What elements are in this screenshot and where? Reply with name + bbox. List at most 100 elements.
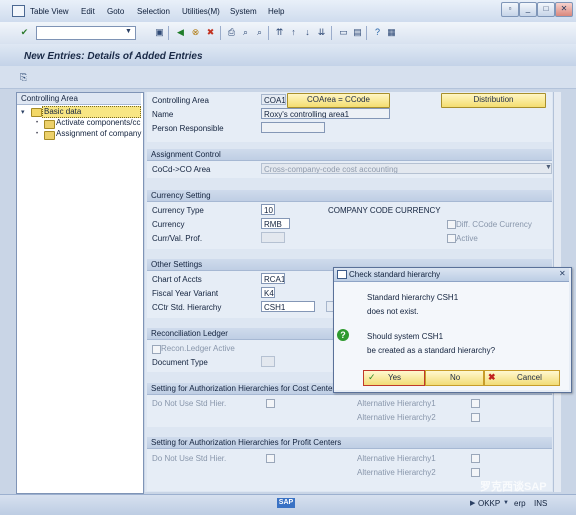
dialog-structure-tree xyxy=(16,92,144,494)
auth-cost-section-title: Setting for Authorization Hierarchies fo… xyxy=(151,384,340,393)
enter-icon[interactable]: ✔ xyxy=(19,27,30,38)
curr-val-prof-label: Curr/Val. Prof. xyxy=(152,234,203,243)
tree-item-basic-data[interactable]: Basic data xyxy=(42,106,141,118)
close-window-icon[interactable]: ✕ xyxy=(555,2,573,17)
assignment-section-title: Assignment Control xyxy=(151,150,221,159)
menu-selection[interactable]: Selection xyxy=(137,7,170,16)
customize-layout-icon[interactable]: ▦ xyxy=(386,27,397,38)
document-type-label: Document Type xyxy=(152,358,208,367)
menu-goto[interactable]: Goto xyxy=(107,7,124,16)
minimize-icon[interactable]: _ xyxy=(519,2,537,17)
command-dropdown-icon[interactable]: ▼ xyxy=(125,28,132,35)
status-client: erp xyxy=(514,499,526,508)
tree-item-assignment-company[interactable]: Assignment of company xyxy=(56,129,141,138)
yes-label: Yes xyxy=(388,373,402,382)
name-field[interactable]: Roxy's controlling area1 xyxy=(261,108,390,119)
print-icon[interactable]: ⎙ xyxy=(226,27,237,38)
dialog-line4: be created as a standard hierarchy? xyxy=(367,346,496,355)
find-next-icon[interactable]: ⌕ xyxy=(254,27,265,38)
status-triangle-icon[interactable]: ▶ xyxy=(470,499,475,507)
menu-table-view[interactable]: Table View xyxy=(30,7,69,16)
menu-icon[interactable] xyxy=(12,5,25,17)
cost-alt-hierarchy1-label: Alternative Hierarchy1 xyxy=(357,399,436,408)
help-icon[interactable]: ? xyxy=(372,27,383,38)
person-responsible-label: Person Responsible xyxy=(152,124,224,133)
dialog-title: Check standard hierarchy xyxy=(349,270,441,279)
chart-of-accts-label: Chart of Accts xyxy=(152,275,202,284)
question-icon: ? xyxy=(337,329,349,341)
folder-icon xyxy=(44,120,55,129)
recon-ledger-active-checkbox[interactable] xyxy=(152,345,161,354)
chart-of-accts-field[interactable]: RCA1 xyxy=(261,273,285,284)
currency-section-header: Currency Setting xyxy=(147,190,552,202)
first-page-icon[interactable]: ⇈ xyxy=(274,27,285,38)
other-section-title: Other Settings xyxy=(151,260,203,269)
no-label: No xyxy=(450,373,461,382)
tree-expand-icon[interactable]: ▾ xyxy=(21,108,25,116)
controlling-area-label: Controlling Area xyxy=(152,96,209,105)
status-bar: SAP ▶ OKKP ▼ erp INS xyxy=(0,494,576,515)
distribution-button[interactable]: Distribution xyxy=(441,93,546,108)
tree-header-label: Controlling Area xyxy=(21,94,78,103)
window-menu-icon[interactable]: ▫ xyxy=(501,2,519,17)
coarea-ccode-button[interactable]: COArea = CCode xyxy=(287,93,390,108)
maximize-icon[interactable]: □ xyxy=(537,2,555,17)
profit-alt-hierarchy2-checkbox[interactable] xyxy=(471,468,480,477)
cost-alt-hierarchy2-checkbox[interactable] xyxy=(471,413,480,422)
folder-open-icon xyxy=(31,108,42,117)
coco-select[interactable]: Cross-company-code cost accounting xyxy=(261,163,552,174)
find-icon[interactable]: ⌕ xyxy=(240,27,251,38)
command-field[interactable] xyxy=(36,26,136,40)
back-icon[interactable]: ◀ xyxy=(175,27,186,38)
currency-type-field[interactable]: 10 xyxy=(261,204,275,215)
dialog-close-icon[interactable]: ✕ xyxy=(559,269,566,278)
cost-alt-hierarchy1-checkbox[interactable] xyxy=(471,399,480,408)
active-checkbox[interactable] xyxy=(447,234,456,243)
person-responsible-field[interactable] xyxy=(261,122,325,133)
last-page-icon[interactable]: ⇊ xyxy=(316,27,327,38)
cost-no-std-hier-label: Do Not Use Std Hier. xyxy=(152,399,227,408)
tree-bullet-icon: • xyxy=(36,120,39,126)
cost-no-std-hier-checkbox[interactable] xyxy=(266,399,275,408)
new-session-icon[interactable]: ▭ xyxy=(338,27,349,38)
profit-alt-hierarchy1-checkbox[interactable] xyxy=(471,454,480,463)
tree-item-activate-components[interactable]: Activate components/cc xyxy=(56,118,140,127)
currency-field[interactable]: RMB xyxy=(261,218,290,229)
page-title: New Entries: Details of Added Entries xyxy=(24,51,203,62)
display-change-icon[interactable]: ⎘ xyxy=(20,72,27,83)
profit-no-std-hier-checkbox[interactable] xyxy=(266,454,275,463)
watermark: 罗克西谈SAP xyxy=(480,481,547,493)
cost-alt-hierarchy2-label: Alternative Hierarchy2 xyxy=(357,413,436,422)
no-button[interactable]: No xyxy=(425,370,484,386)
document-type-field[interactable] xyxy=(261,356,275,367)
folder-icon xyxy=(44,131,55,140)
menu-system[interactable]: System xyxy=(230,7,257,16)
save-icon[interactable]: ▣ xyxy=(154,27,165,38)
tree-header: Controlling Area xyxy=(17,93,141,105)
fiscal-year-variant-field[interactable]: K4 xyxy=(261,287,275,298)
cctr-std-hierarchy-field[interactable]: CSH1 xyxy=(261,301,315,312)
status-server[interactable]: OKKP xyxy=(478,499,500,508)
tree-item-label: Basic data xyxy=(44,107,82,116)
status-dropdown-icon[interactable]: ▼ xyxy=(503,500,509,506)
previous-page-icon[interactable]: ↑ xyxy=(288,27,299,38)
coco-label: CoCd->CO Area xyxy=(152,165,211,174)
menu-utilities[interactable]: Utilities(M) xyxy=(182,7,220,16)
chevron-down-icon[interactable]: ▼ xyxy=(545,164,552,171)
cancel-button[interactable]: ✖ Cancel xyxy=(484,370,560,386)
cancel-icon[interactable]: ✖ xyxy=(205,27,216,38)
next-page-icon[interactable]: ↓ xyxy=(302,27,313,38)
diff-ccode-currency-checkbox[interactable] xyxy=(447,220,456,229)
yes-button[interactable]: ✓ Yes xyxy=(363,370,425,386)
currency-type-label: Currency Type xyxy=(152,206,204,215)
menu-help[interactable]: Help xyxy=(268,7,284,16)
assignment-section-header: Assignment Control xyxy=(147,149,552,161)
shortcut-icon[interactable]: ▤ xyxy=(352,27,363,38)
controlling-area-field[interactable]: COA1 xyxy=(261,94,286,105)
menu-edit[interactable]: Edit xyxy=(81,7,95,16)
exit-icon[interactable]: ⊗ xyxy=(190,27,201,38)
dialog-window-icon xyxy=(337,270,347,279)
fiscal-year-variant-label: Fiscal Year Variant xyxy=(152,289,219,298)
cancel-label: Cancel xyxy=(517,373,542,382)
curr-val-prof-field[interactable] xyxy=(261,232,285,243)
